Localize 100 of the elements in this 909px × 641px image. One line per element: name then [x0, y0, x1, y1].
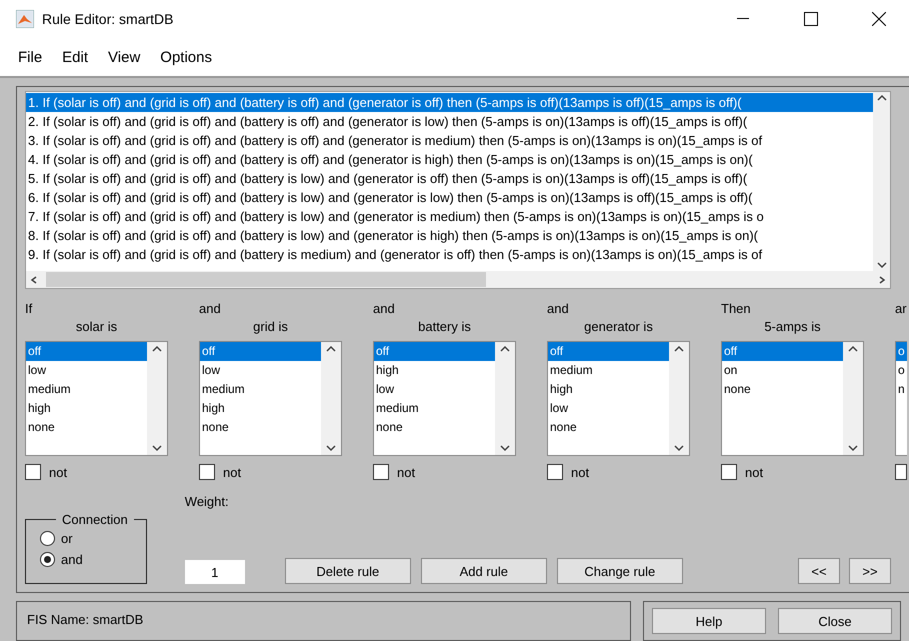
rule-item[interactable]: 2. If (solar is off) and (grid is off) and (battery is off) and (generator is low) then (5-amps is on)(13amps is off)(15_amps is off)( — [26, 112, 873, 131]
scroll-down-icon[interactable] — [326, 444, 336, 452]
condition-label: and — [547, 301, 570, 318]
condition-label: If — [25, 301, 34, 318]
menu-item[interactable]: View — [98, 48, 150, 66]
not-checkbox[interactable] — [547, 464, 563, 480]
scroll-down-icon[interactable] — [876, 261, 886, 269]
scroll-thumb[interactable] — [46, 272, 486, 287]
list-option[interactable]: low — [374, 380, 495, 399]
list-option[interactable]: none — [26, 418, 147, 437]
scroll-up-icon[interactable] — [152, 345, 162, 353]
variable-label: solar is — [74, 319, 118, 336]
not-checkbox[interactable] — [199, 464, 215, 480]
list-scrollbar[interactable] — [669, 342, 689, 455]
connection-label: Connection — [61, 512, 129, 527]
weight-label: Weight: — [184, 494, 230, 509]
list-option[interactable]: low — [200, 361, 321, 380]
not-checkbox[interactable] — [373, 464, 389, 480]
list-option[interactable]: off — [374, 342, 495, 361]
radio-label: and — [61, 552, 83, 567]
menu-item[interactable]: Options — [150, 48, 222, 66]
weight-field[interactable]: 1 — [184, 560, 245, 584]
list-option[interactable]: medium — [26, 380, 147, 399]
rule-item[interactable]: 9. If (solar is off) and (grid is off) and (battery is medium) and (generator is off) then (5-amps is on)(13amps is on)(15_amps is of — [26, 245, 873, 264]
action-button[interactable]: Add rule — [420, 558, 547, 584]
variable-label: 5-amps is — [763, 319, 822, 336]
list-option[interactable]: off — [200, 342, 321, 361]
condition-label: and — [199, 301, 222, 318]
list-scrollbar[interactable] — [147, 342, 167, 455]
menu-item[interactable]: Edit — [52, 48, 98, 66]
rule-item[interactable]: 4. If (solar is off) and (grid is off) and (battery is off) and (generator is high) then (5-amps is on)(13amps is on)(15_amps is on)( — [26, 150, 873, 169]
scroll-up-icon[interactable] — [500, 345, 510, 353]
radio-button[interactable] — [40, 531, 55, 546]
rule-item[interactable]: 8. If (solar is off) and (grid is off) and (battery is low) and (generator is high) then (5-amps is on)(13amps is on)(15_amps is on)( — [26, 226, 873, 245]
not-label: not — [223, 464, 242, 480]
variable-label: generator is — [583, 319, 654, 336]
condition-label: ar — [895, 301, 907, 318]
radio-button[interactable] — [40, 552, 55, 567]
minimize-icon — [737, 18, 749, 20]
list-option[interactable]: o — [896, 342, 907, 361]
scroll-up-icon[interactable] — [326, 345, 336, 353]
list-option[interactable]: none — [374, 418, 495, 437]
footer-button[interactable]: Help — [652, 608, 766, 634]
scroll-down-icon[interactable] — [674, 444, 684, 452]
fis-name-status: FIS Name: smartDB — [16, 601, 631, 641]
condition-label: and — [373, 301, 396, 318]
radio-label: or — [61, 531, 73, 546]
list-option[interactable]: high — [200, 399, 321, 418]
menu-item[interactable]: File — [8, 48, 52, 66]
list-scrollbar[interactable] — [321, 342, 341, 455]
app-logo-icon — [16, 10, 34, 28]
scroll-up-icon[interactable] — [674, 345, 684, 353]
list-scrollbar[interactable] — [495, 342, 515, 455]
rule-item[interactable]: 6. If (solar is off) and (grid is off) and (battery is low) and (generator is low) then (5-amps is on)(13amps is off)(15_amps is off)( — [26, 188, 873, 207]
scroll-up-icon[interactable] — [876, 94, 886, 102]
list-option[interactable]: high — [548, 380, 669, 399]
variable-label: grid is — [252, 319, 289, 336]
action-button[interactable]: Delete rule — [284, 558, 411, 584]
list-option[interactable]: none — [548, 418, 669, 437]
list-option[interactable]: high — [374, 361, 495, 380]
nav-button[interactable]: << — [798, 558, 840, 584]
close-icon — [872, 12, 886, 26]
variable-label: battery is — [417, 319, 472, 336]
list-option[interactable]: medium — [200, 380, 321, 399]
scroll-down-icon[interactable] — [500, 444, 510, 452]
window-title: Rule Editor: smartDB — [42, 11, 174, 27]
list-option[interactable]: medium — [374, 399, 495, 418]
list-option[interactable]: medium — [548, 361, 669, 380]
list-option[interactable]: none — [200, 418, 321, 437]
list-option[interactable]: off — [548, 342, 669, 361]
scroll-up-icon[interactable] — [848, 345, 858, 353]
scroll-down-icon[interactable] — [152, 444, 162, 452]
rule-item[interactable]: 1. If (solar is off) and (grid is off) and (battery is off) and (generator is off) then (5-amps is off)(13amps is off)(15_amps is off)( — [26, 93, 873, 112]
rule-item[interactable]: 3. If (solar is off) and (grid is off) and (battery is off) and (generator is medium) then (5-amps is on)(13amps is on)(15_amps is of — [26, 131, 873, 150]
maximize-icon — [804, 12, 818, 26]
vertical-scrollbar[interactable] — [873, 92, 890, 271]
list-option[interactable]: on — [722, 361, 843, 380]
list-option[interactable]: off — [722, 342, 843, 361]
action-button[interactable]: Change rule — [556, 558, 683, 584]
not-label: not — [49, 464, 68, 480]
nav-button[interactable]: >> — [849, 558, 891, 584]
not-label: not — [745, 464, 764, 480]
rule-item[interactable]: 7. If (solar is off) and (grid is off) and (battery is low) and (generator is medium) then (5-amps is on)(13amps is on)(15_amps is o — [26, 207, 873, 226]
list-option[interactable]: n — [896, 380, 907, 399]
not-checkbox[interactable] — [25, 464, 41, 480]
footer-button[interactable]: Close — [778, 608, 892, 634]
list-option[interactable]: high — [26, 399, 147, 418]
scroll-down-icon[interactable] — [848, 444, 858, 452]
list-scrollbar[interactable] — [843, 342, 863, 455]
condition-label: Then — [721, 301, 752, 318]
list-option[interactable]: low — [548, 399, 669, 418]
list-option[interactable]: low — [26, 361, 147, 380]
list-option[interactable]: o — [896, 361, 907, 380]
horizontal-scrollbar[interactable] — [26, 271, 890, 288]
list-option[interactable]: none — [722, 380, 843, 399]
not-checkbox[interactable] — [721, 464, 737, 480]
rule-item[interactable]: 5. If (solar is off) and (grid is off) and (battery is low) and (generator is off) then (5-amps is on)(13amps is off)(15_amps is off)( — [26, 169, 873, 188]
not-checkbox[interactable] — [895, 464, 907, 480]
list-option[interactable]: off — [26, 342, 147, 361]
not-label: not — [571, 464, 590, 480]
